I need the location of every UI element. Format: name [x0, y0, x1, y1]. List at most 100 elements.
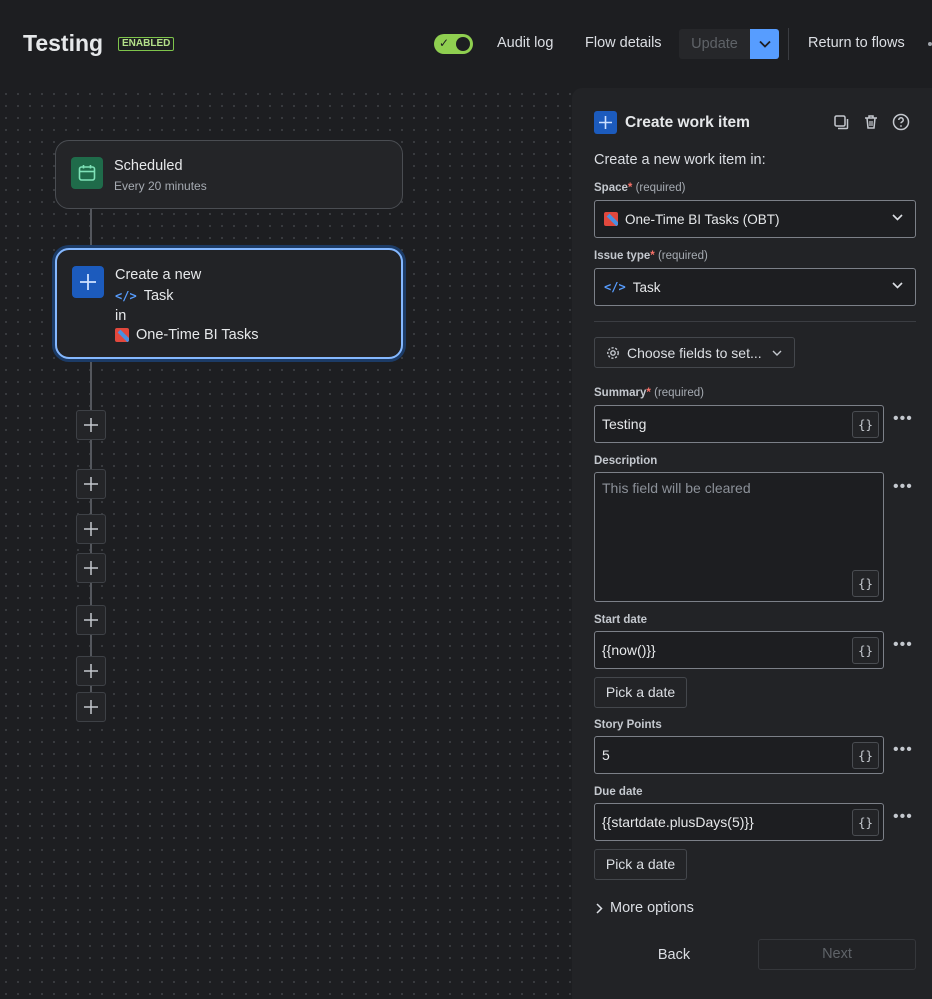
trigger-subtitle: Every 20 minutes: [114, 179, 207, 193]
plus-icon: [84, 477, 98, 491]
add-step-button[interactable]: [76, 656, 106, 686]
chevron-down-icon: [892, 282, 903, 289]
flow-details-link[interactable]: Flow details: [585, 35, 662, 51]
more-actions-button[interactable]: •••: [893, 741, 913, 759]
calendar-icon: [71, 157, 103, 189]
story-points-value: 5: [602, 747, 610, 763]
issue-type-select[interactable]: </> Task: [594, 268, 916, 306]
story-points-input[interactable]: 5 {}: [594, 736, 884, 774]
plus-icon: [84, 561, 98, 575]
description-label: Description: [594, 455, 658, 467]
due-date-input[interactable]: {{startdate.plusDays(5)}} {}: [594, 803, 884, 841]
pick-due-date-button[interactable]: Pick a date: [594, 849, 687, 880]
enable-toggle[interactable]: ✓: [434, 34, 473, 54]
flow-canvas[interactable]: Scheduled Every 20 minutes Create a new …: [0, 88, 572, 999]
plus-icon: [594, 111, 617, 134]
section-divider: [594, 321, 916, 322]
chevron-right-icon: [596, 902, 603, 914]
smart-value-button[interactable]: {}: [852, 742, 879, 769]
start-date-value: {{now()}}: [602, 642, 656, 658]
enabled-badge: ENABLED: [118, 37, 175, 51]
required-text: (required): [657, 250, 708, 262]
create-work-item-node[interactable]: Create a new </> Task in One-Time BI Tas…: [55, 248, 403, 359]
plus-icon: [84, 522, 98, 536]
toggle-knob: [456, 37, 470, 51]
required-text: (required): [635, 182, 686, 194]
summary-label-text: Summary: [594, 387, 647, 399]
trigger-node[interactable]: Scheduled Every 20 minutes: [55, 140, 403, 209]
project-icon: [115, 328, 129, 342]
space-label-text: Space: [594, 182, 628, 194]
add-step-button[interactable]: [76, 410, 106, 440]
chevron-down-icon: [758, 40, 771, 48]
audit-log-link[interactable]: Audit log: [497, 35, 553, 51]
project-icon: [604, 212, 618, 226]
add-step-button[interactable]: [76, 514, 106, 544]
check-icon: ✓: [439, 36, 450, 50]
panel-title: Create work item: [625, 114, 750, 131]
trash-icon[interactable]: [861, 112, 881, 132]
return-to-flows-link[interactable]: Return to flows: [808, 35, 905, 51]
more-options-label: More options: [610, 900, 694, 916]
choose-fields-label: Choose fields to set...: [627, 344, 762, 361]
connector-line: [90, 208, 92, 246]
update-button[interactable]: Update: [679, 29, 750, 59]
action-space-label: One-Time BI Tasks: [136, 327, 259, 343]
gear-icon: [607, 346, 619, 359]
start-date-input[interactable]: {{now()}} {}: [594, 631, 884, 669]
space-label: Space* (required): [594, 182, 685, 194]
due-date-label: Due date: [594, 786, 643, 798]
update-menu-button[interactable]: [750, 29, 779, 59]
more-actions-button[interactable]: •••: [893, 808, 913, 826]
story-points-label: Story Points: [594, 719, 662, 731]
summary-input[interactable]: Testing {}: [594, 405, 884, 443]
help-icon[interactable]: [891, 112, 911, 132]
description-placeholder: This field will be cleared: [602, 480, 751, 496]
add-step-button[interactable]: [76, 692, 106, 722]
plus-icon: [84, 613, 98, 627]
action-line3: in: [115, 308, 127, 324]
action-issue-type-label: Task: [143, 288, 174, 304]
issue-type-value: Task: [632, 279, 661, 295]
summary-label: Summary* (required): [594, 387, 704, 399]
description-input[interactable]: This field will be cleared {}: [594, 472, 884, 602]
required-mark: *: [650, 250, 655, 262]
issue-type-label-text: Issue type: [594, 250, 651, 262]
flow-title: Testing: [23, 30, 104, 56]
trigger-title: Scheduled: [114, 158, 183, 174]
smart-value-button[interactable]: {}: [852, 637, 879, 664]
due-date-value: {{startdate.plusDays(5)}}: [602, 814, 754, 830]
panel-intro: Create a new work item in:: [594, 152, 766, 168]
action-issue-type: </> Task: [115, 288, 174, 304]
task-icon: </>: [115, 289, 137, 303]
summary-value: Testing: [602, 416, 647, 432]
pick-start-date-button[interactable]: Pick a date: [594, 677, 687, 708]
header-divider: [788, 28, 789, 60]
smart-value-button[interactable]: {}: [852, 809, 879, 836]
smart-value-button[interactable]: {}: [852, 411, 879, 438]
more-options-toggle[interactable]: More options: [596, 900, 694, 916]
duplicate-icon[interactable]: [831, 112, 851, 132]
more-actions-button[interactable]: •••: [893, 636, 913, 654]
space-select[interactable]: One-Time BI Tasks (OBT): [594, 200, 916, 238]
overflow-icon[interactable]: [928, 42, 932, 46]
issue-type-label: Issue type* (required): [594, 250, 708, 262]
task-icon: </>: [604, 280, 626, 294]
space-value: One-Time BI Tasks (OBT): [625, 211, 780, 227]
back-button[interactable]: Back: [634, 940, 714, 970]
required-mark: *: [646, 387, 651, 399]
plus-icon: [84, 418, 98, 432]
more-actions-button[interactable]: •••: [893, 478, 913, 496]
add-step-button[interactable]: [76, 469, 106, 499]
choose-fields-button[interactable]: Choose fields to set...: [594, 337, 795, 368]
next-button[interactable]: Next: [758, 939, 916, 970]
config-panel: Create work item Create a new work item …: [572, 88, 932, 999]
required-text: (required): [654, 387, 704, 399]
plus-icon: [84, 664, 98, 678]
add-step-button[interactable]: [76, 553, 106, 583]
header: Testing ENABLED ✓ Audit log Flow details…: [0, 0, 932, 88]
smart-value-button[interactable]: {}: [852, 570, 879, 597]
more-actions-button[interactable]: •••: [893, 410, 913, 428]
plus-icon: [72, 266, 104, 298]
add-step-button[interactable]: [76, 605, 106, 635]
